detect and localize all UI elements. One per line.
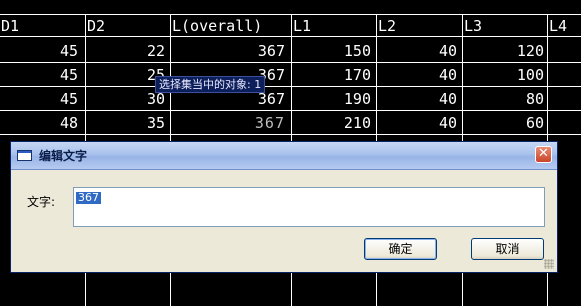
header-d1[interactable]: D1: [1, 17, 19, 35]
table-cell[interactable]: 170: [344, 66, 371, 84]
window-icon: [17, 150, 32, 161]
table-cell[interactable]: 48: [60, 114, 78, 132]
table-cell[interactable]: 367: [258, 42, 285, 60]
table-cell[interactable]: 40: [439, 90, 457, 108]
table-cell[interactable]: 45: [60, 90, 78, 108]
table-cell[interactable]: 150: [344, 42, 371, 60]
header-l3[interactable]: L3: [464, 17, 482, 35]
resize-grip-icon[interactable]: [544, 259, 554, 269]
close-icon[interactable]: ✕: [535, 146, 552, 163]
table-cell[interactable]: 45: [60, 66, 78, 84]
selected-text[interactable]: 367: [76, 192, 101, 204]
table-cell[interactable]: 40: [439, 42, 457, 60]
table-cell[interactable]: 190: [344, 90, 371, 108]
table-cell-editing[interactable]: 367: [255, 114, 285, 132]
ok-button[interactable]: 确定: [364, 238, 437, 260]
selection-tooltip: 选择集当中的对象: 1: [155, 76, 266, 93]
header-l-overall[interactable]: L(overall): [172, 17, 262, 35]
dialog-title: 编辑文字: [39, 149, 88, 163]
table-cell[interactable]: 45: [60, 42, 78, 60]
header-l4[interactable]: L4: [549, 17, 567, 35]
dialog-titlebar[interactable]: 编辑文字 ✕: [11, 142, 557, 170]
edit-text-dialog: 编辑文字 ✕ 文字: 367 确定 取消: [10, 141, 558, 273]
table-cell[interactable]: 40: [439, 114, 457, 132]
header-l1[interactable]: L1: [293, 17, 311, 35]
text-label: 文字:: [27, 195, 56, 209]
table-cell[interactable]: 210: [344, 114, 371, 132]
table-cell[interactable]: 40: [439, 66, 457, 84]
table-cell[interactable]: 60: [526, 114, 544, 132]
table-cell[interactable]: 120: [517, 42, 544, 60]
table-cell[interactable]: 35: [147, 114, 165, 132]
table-cell[interactable]: 22: [147, 42, 165, 60]
header-l2[interactable]: L2: [378, 17, 396, 35]
table-cell[interactable]: 100: [517, 66, 544, 84]
header-d2[interactable]: D2: [87, 17, 105, 35]
table-cell[interactable]: 80: [526, 90, 544, 108]
cancel-button[interactable]: 取消: [471, 238, 544, 260]
text-input[interactable]: 367: [73, 187, 545, 227]
